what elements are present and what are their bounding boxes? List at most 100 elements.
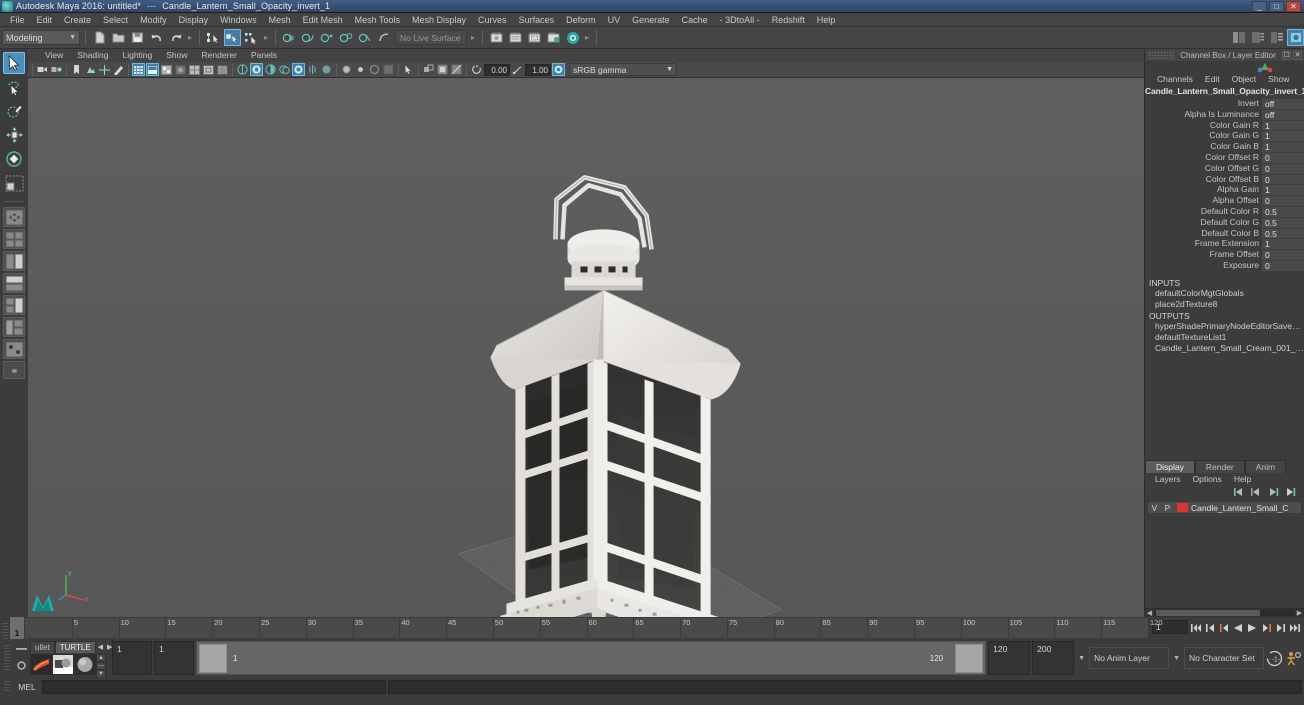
snap-to-point-icon[interactable]: [319, 29, 336, 46]
show-attribute-editor-icon[interactable]: [1249, 29, 1266, 46]
menu-modify[interactable]: Modify: [134, 13, 173, 27]
layer-playback-toggle[interactable]: P: [1161, 503, 1174, 513]
anim-start-field[interactable]: 1: [154, 641, 194, 675]
select-by-object-icon[interactable]: [224, 29, 242, 46]
attribute-value[interactable]: 0: [1262, 259, 1304, 271]
shade-with-textures-icon[interactable]: [160, 63, 173, 76]
scale-tool[interactable]: [3, 172, 25, 194]
exposure-value[interactable]: 0.00: [484, 63, 510, 76]
play-forwards-icon[interactable]: [1246, 621, 1258, 635]
two-pane-stacked-layout[interactable]: [3, 273, 25, 293]
viewport-panel-toggle-icon[interactable]: [382, 63, 395, 76]
hypershade-icon[interactable]: [564, 29, 581, 46]
anim-layer-chevron-icon[interactable]: ▼: [1076, 655, 1087, 662]
step-forward-keyframe-icon[interactable]: [1274, 621, 1286, 635]
viewport-menu-shading[interactable]: Shading: [70, 49, 115, 62]
show-tool-settings-icon[interactable]: [1287, 29, 1304, 46]
attribute-value[interactable]: 0: [1262, 249, 1304, 260]
menu-mesh-display[interactable]: Mesh Display: [406, 13, 472, 27]
output-node[interactable]: hyperShadePrimaryNodeEditorSavedT...: [1145, 321, 1304, 332]
minimize-button[interactable]: _: [1252, 0, 1267, 12]
snap-to-curve-icon[interactable]: [300, 29, 317, 46]
turtle-material-icon[interactable]: [74, 653, 96, 675]
play-backwards-icon[interactable]: [1232, 621, 1244, 635]
outliner-persp-layout[interactable]: [3, 317, 25, 337]
menu-file[interactable]: File: [4, 13, 31, 27]
menu-curves[interactable]: Curves: [472, 13, 513, 27]
attribute-value[interactable]: 1: [1262, 238, 1304, 249]
undo-icon[interactable]: [148, 29, 165, 46]
exposure-reset-icon[interactable]: [470, 63, 483, 76]
menu-display[interactable]: Display: [173, 13, 215, 27]
animation-preferences-icon[interactable]: [1285, 650, 1302, 667]
input-node[interactable]: place2dTexture8: [1145, 299, 1304, 310]
menu-surfaces[interactable]: Surfaces: [513, 13, 561, 27]
menu-edit[interactable]: Edit: [31, 13, 59, 27]
live-surface-field[interactable]: No Live Surface: [395, 30, 468, 45]
rotate-tool[interactable]: [3, 148, 25, 170]
shelf-scroll-spinner[interactable]: ▲ ― ▼: [96, 653, 106, 678]
collapse-selection-masks-icon[interactable]: ▸: [262, 33, 270, 42]
panel-close-button[interactable]: ✕: [1293, 50, 1302, 60]
move-layer-up-icon[interactable]: [1233, 487, 1245, 497]
single-small-layout[interactable]: [3, 361, 25, 379]
xray-mode-icon[interactable]: [216, 63, 229, 76]
color-space-dropdown[interactable]: sRGB gamma ▼: [569, 63, 677, 76]
time-slider-drag-handle[interactable]: [0, 617, 10, 639]
single-perspective-layout[interactable]: [3, 207, 25, 227]
new-scene-icon[interactable]: [91, 29, 108, 46]
viewport-menu-show[interactable]: Show: [159, 49, 194, 62]
menu-mesh[interactable]: Mesh: [263, 13, 297, 27]
two-pane-side-layout[interactable]: [3, 251, 25, 271]
multisample-aa-icon[interactable]: [320, 63, 333, 76]
range-slider-drag-handle[interactable]: [2, 641, 12, 675]
show-outliner-panel-icon[interactable]: [1230, 29, 1247, 46]
menu-set-dropdown[interactable]: Modeling ▼: [2, 30, 80, 45]
command-language-label[interactable]: MEL: [14, 682, 40, 692]
three-pane-layout[interactable]: [3, 295, 25, 315]
character-set-dropdown[interactable]: No Character Set: [1184, 647, 1264, 669]
panel-drag-handle[interactable]: [1148, 51, 1174, 59]
layer-menu-layers[interactable]: Layers: [1149, 474, 1187, 484]
scrollbar-thumb[interactable]: [1156, 610, 1260, 616]
cb-menu-show[interactable]: Show: [1262, 74, 1295, 84]
render-region-icon[interactable]: [526, 29, 543, 46]
menu-windows[interactable]: Windows: [214, 13, 263, 27]
layer-color-swatch[interactable]: [1177, 503, 1188, 513]
image-plane-icon[interactable]: [84, 63, 97, 76]
layer-row[interactable]: V P Candle_Lantern_Small_C: [1147, 501, 1302, 515]
smooth-shade-all-icon[interactable]: [146, 63, 159, 76]
screen-space-ao-icon[interactable]: [292, 63, 305, 76]
hypergraph-persp-layout[interactable]: [3, 339, 25, 359]
attribute-value[interactable]: 0.5: [1262, 205, 1304, 217]
auto-keyframe-icon[interactable]: -1-: [1266, 650, 1283, 667]
camera-attributes-icon[interactable]: [50, 63, 63, 76]
paint-select-tool[interactable]: [3, 100, 25, 122]
collapse-shelf-icon[interactable]: [15, 646, 27, 651]
attribute-value[interactable]: 0: [1262, 195, 1304, 206]
collapse-snap-section-icon[interactable]: ▸: [469, 33, 477, 42]
new-layer-from-selected-icon[interactable]: [1284, 487, 1296, 497]
scrollbar-track[interactable]: [1154, 610, 1295, 616]
lasso-select-tool[interactable]: [3, 76, 25, 98]
anim-end-field[interactable]: 120: [988, 641, 1031, 675]
viewport-menu-renderer[interactable]: Renderer: [195, 49, 244, 62]
attribute-value[interactable]: 1: [1262, 130, 1304, 141]
attribute-value[interactable]: 1: [1262, 141, 1304, 152]
shadows-icon[interactable]: [278, 63, 291, 76]
current-time-indicator[interactable]: 1: [10, 617, 24, 639]
move-tool[interactable]: [3, 124, 25, 146]
show-channel-box-icon[interactable]: [1268, 29, 1285, 46]
menu-help[interactable]: Help: [811, 13, 842, 27]
go-to-end-icon[interactable]: [1288, 621, 1300, 635]
color-space-toggle-icon[interactable]: [552, 63, 565, 76]
make-live-icon[interactable]: [376, 29, 393, 46]
cb-menu-channels[interactable]: Channels: [1151, 74, 1199, 84]
color-management-icon[interactable]: [436, 63, 449, 76]
redo-icon[interactable]: [167, 29, 184, 46]
four-view-layout[interactable]: [3, 229, 25, 249]
layer-visibility-toggle[interactable]: V: [1148, 503, 1161, 513]
render-settings-icon[interactable]: [545, 29, 562, 46]
command-line-drag-handle[interactable]: [2, 679, 12, 695]
attribute-value[interactable]: 0: [1262, 162, 1304, 174]
